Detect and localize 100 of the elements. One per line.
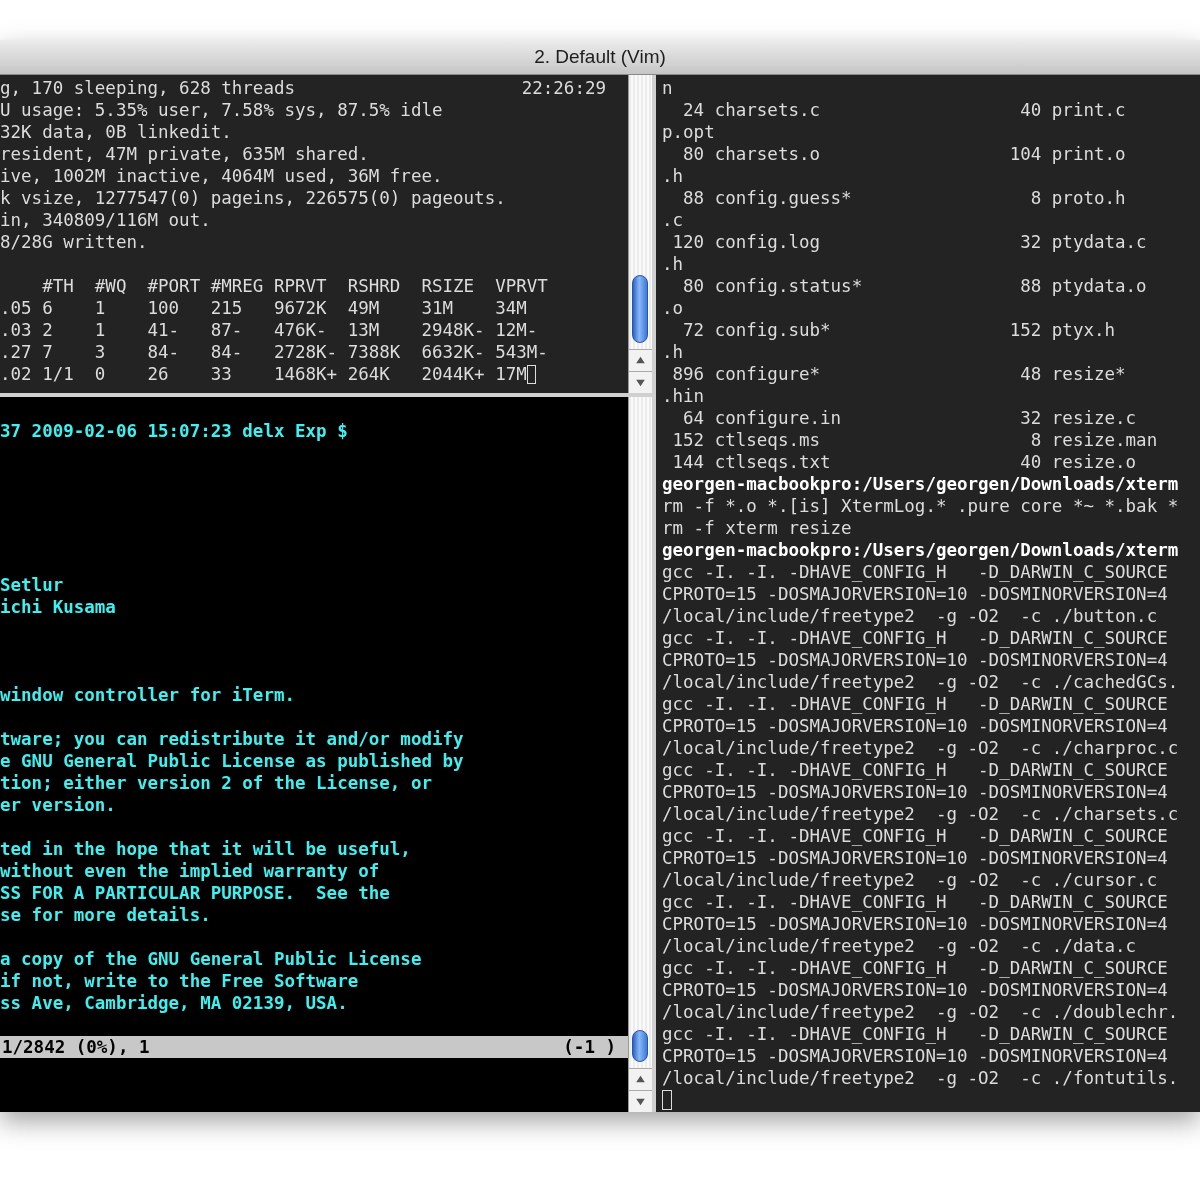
file-name: ptydata.c <box>1051 232 1147 252</box>
column-header: RPRVT <box>273 275 328 297</box>
terminal-line: gcc -I. -I. -DHAVE_CONFIG_H -D_DARWIN_C_SOURCE <box>662 892 1168 912</box>
table-cell: 9672K <box>273 298 327 318</box>
terminal-line: rm -f xterm resize <box>662 518 852 538</box>
file-size: 72 <box>682 319 705 341</box>
prompt-line: georgen-macbookpro:/Users/georgen/Downloads/xterm <box>662 540 1179 560</box>
table-cell: 31M <box>421 298 453 318</box>
terminal-line: 32K data, 0B linkedit. <box>0 122 232 142</box>
text-line: ted in the hope that it will be useful, <box>0 839 411 859</box>
table-cell: 3 <box>94 342 106 362</box>
terminal-line: gcc -I. -I. -DHAVE_CONFIG_H -D_DARWIN_C_SOURCE <box>662 1024 1168 1044</box>
terminal-line: /local/include/freetype2 -g -O2 -c ./doublechr. <box>662 1002 1179 1022</box>
terminal-line: CPROTO=15 -DOSMAJORVERSION=10 -DOSMINORVERSION=4 <box>662 716 1168 736</box>
table-cell: 41- <box>147 320 180 340</box>
terminal-line: gcc -I. -I. -DHAVE_CONFIG_H -D_DARWIN_C_SOURCE <box>662 562 1168 582</box>
terminal-line: /local/include/freetype2 -g -O2 -c ./button.c <box>662 606 1158 626</box>
terminal-line: gcc -I. -I. -DHAVE_CONFIG_H -D_DARWIN_C_SOURCE <box>662 760 1168 780</box>
file-size: 8 <box>1029 429 1042 451</box>
terminal-line: .h <box>662 166 684 186</box>
table-cell: 1/1 <box>42 364 74 384</box>
text-line: ichi Kusama <box>0 597 116 617</box>
file-name: config.guess* <box>714 188 852 208</box>
scroll-bar[interactable] <box>628 75 652 393</box>
terminal-line: gcc -I. -I. -DHAVE_CONFIG_H -D_DARWIN_C_SOURCE <box>662 958 1168 978</box>
file-name: ctlseqs.ms <box>714 430 821 450</box>
terminal-line: gcc -I. -I. -DHAVE_CONFIG_H -D_DARWIN_C_SOURCE <box>662 694 1168 714</box>
terminal-line: CPROTO=15 -DOSMAJORVERSION=10 -DOSMINORVERSION=4 <box>662 914 1168 934</box>
file-name: ctlseqs.txt <box>714 452 831 472</box>
file-size: 896 <box>671 363 705 385</box>
terminal-line: 8/28G written. <box>0 232 148 252</box>
table-cell: 87- <box>210 320 243 340</box>
terminal-line: CPROTO=15 -DOSMAJORVERSION=10 -DOSMINORVERSION=4 <box>662 584 1168 604</box>
file-size: 80 <box>682 275 705 297</box>
terminal-line: rm -f *.o *.[is] XtermLog.* .pure core *~ *.bak * <box>662 496 1179 516</box>
text-line: without even the implied warranty of <box>0 861 380 881</box>
text-line: a copy of the GNU General Public License <box>0 949 422 969</box>
terminal-line: CPROTO=15 -DOSMAJORVERSION=10 -DOSMINORVERSION=4 <box>662 848 1168 868</box>
text-line: tware; you can redistribute it and/or modify <box>0 729 464 749</box>
table-cell: 2044K+ <box>421 364 485 384</box>
terminal-line: .h <box>662 342 684 362</box>
text-line: if not, write to the Free Software <box>0 971 359 991</box>
table-cell: 2948K- <box>421 320 485 340</box>
terminal-line: /local/include/freetype2 -g -O2 -c ./fontutils. <box>662 1068 1179 1088</box>
prompt-line: georgen-macbookpro:/Users/georgen/Downloads/xterm <box>662 474 1179 494</box>
file-size: 32 <box>1019 231 1042 253</box>
file-name: configure* <box>714 364 821 384</box>
table-cell: 543M- <box>495 342 548 362</box>
terminal-line: CPROTO=15 -DOSMAJORVERSION=10 -DOSMINORVERSION=4 <box>662 782 1168 802</box>
file-size: 32 <box>1019 407 1042 429</box>
text-line: Setlur <box>0 575 64 595</box>
terminal-line: k vsize, 1277547(0) pageins, 226575(0) pageouts. <box>0 188 506 208</box>
file-name: config.sub* <box>714 320 831 340</box>
file-name: charsets.c <box>714 100 821 120</box>
file-name: ptydata.o <box>1051 276 1147 296</box>
text-line: er version. <box>0 795 116 815</box>
file-name: configure.in <box>714 408 842 428</box>
table-cell: .27 <box>0 342 32 362</box>
file-name: charsets.o <box>714 144 821 164</box>
table-cell: 215 <box>210 298 243 318</box>
table-cell: 2 <box>42 320 53 340</box>
file-size: 80 <box>682 143 705 165</box>
table-cell: 1468K+ <box>273 364 338 384</box>
column-header: #MREG <box>210 275 265 297</box>
terminal-line: /local/include/freetype2 -g -O2 -c ./data.c <box>662 936 1137 956</box>
table-cell: 34M <box>495 298 527 318</box>
terminal-line: U usage: 5.35% user, 7.58% sys, 87.5% idle <box>0 100 443 120</box>
column-header: #TH <box>42 275 75 297</box>
column-header: RSIZE <box>421 275 476 297</box>
file-size: 104 <box>1008 143 1042 165</box>
table-cell: .02 <box>0 364 32 384</box>
window-title: 2. Default (Vim) <box>534 46 666 68</box>
terminal-line: ive, 1002M inactive, 4064M used, 36M free. <box>0 166 443 186</box>
status-text: 1/2842 (0%), 1 <box>2 1036 150 1058</box>
table-cell: 7 <box>42 342 53 362</box>
table-cell: 476K- <box>273 320 327 340</box>
file-name: config.log <box>714 232 821 252</box>
terminal-line: CPROTO=15 -DOSMAJORVERSION=10 -DOSMINORVERSION=4 <box>662 650 1168 670</box>
terminal-line: /local/include/freetype2 -g -O2 -c ./charproc.c <box>662 738 1179 758</box>
table-cell: 264K <box>347 364 390 384</box>
text-line: e GNU General Public License as published by <box>0 751 464 771</box>
file-size: 64 <box>682 407 705 429</box>
text-line: window controller for iTerm. <box>0 685 295 705</box>
table-cell: 13M <box>347 320 380 340</box>
table-cell: 2728K- <box>273 342 338 362</box>
table-cell: 0 <box>94 364 106 384</box>
terminal-line: gcc -I. -I. -DHAVE_CONFIG_H -D_DARWIN_C_SOURCE <box>662 826 1168 846</box>
table-cell: 1 <box>94 320 106 340</box>
scroll-thumb[interactable] <box>632 1030 648 1062</box>
terminal-line: p.opt <box>662 122 715 142</box>
file-name: proto.h <box>1051 188 1126 208</box>
clock-text: 22:26:29 <box>521 77 606 99</box>
scroll-thumb[interactable] <box>632 275 648 343</box>
text-line: tion; either version 2 of the License, or <box>0 773 432 793</box>
scroll-bar[interactable] <box>628 397 652 1112</box>
file-name: config.status* <box>714 276 863 296</box>
file-name: resize.c <box>1051 408 1137 428</box>
file-name: resize.o <box>1051 452 1137 472</box>
table-cell: 100 <box>147 298 180 318</box>
file-size: 24 <box>682 99 705 121</box>
